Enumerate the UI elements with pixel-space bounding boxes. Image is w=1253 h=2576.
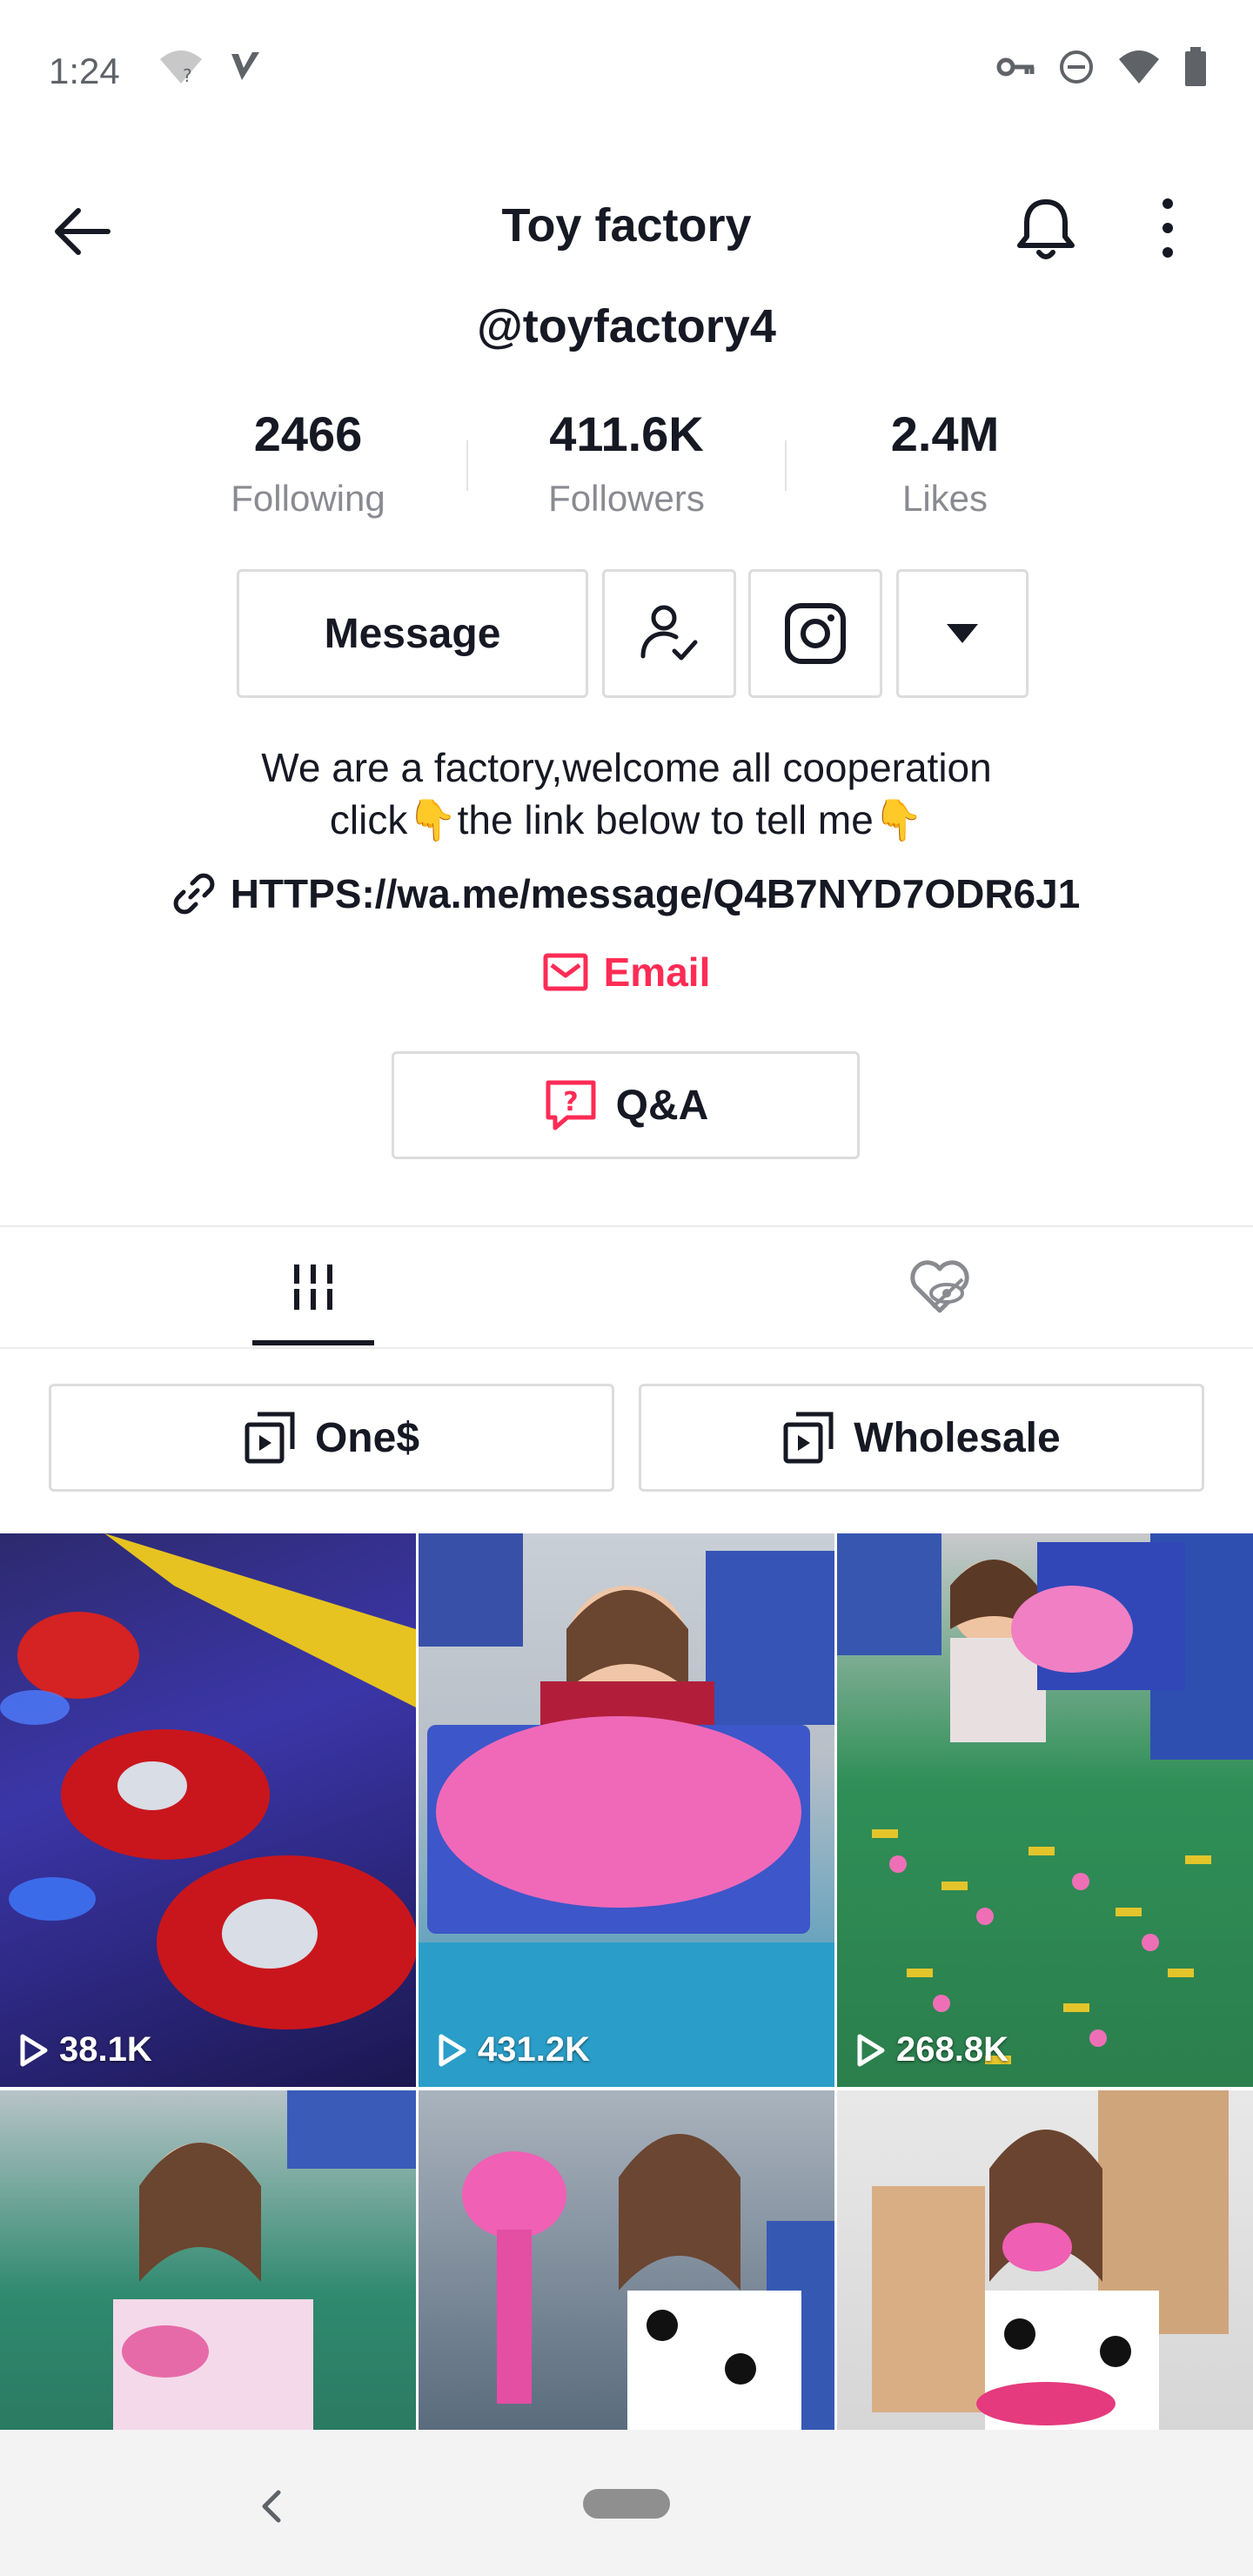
pointing-down-emoji: 👇 — [873, 797, 924, 842]
instagram-button[interactable] — [748, 569, 882, 698]
playlist-button-wholesale[interactable]: Wholesale — [639, 1384, 1204, 1492]
stat-followers[interactable]: 411.6K Followers — [496, 406, 757, 520]
video-grid: 38.1K 431.2K 268.8K — [0, 1533, 1253, 2430]
video-thumbnail[interactable]: 38.1K — [0, 1533, 416, 2087]
email-button[interactable]: Email — [0, 949, 1253, 996]
video-thumbnail[interactable]: 268.8K — [837, 1533, 1253, 2087]
bio-link-text: HTTPS://wa.me/message/Q4B7NYD7ODR6J1 — [230, 871, 1081, 916]
mail-icon — [543, 953, 588, 991]
svg-text:?: ? — [183, 65, 192, 85]
bio-line-2: click👇the link below to tell me👇 — [0, 794, 1253, 846]
playlist-label: Wholesale — [854, 1414, 1061, 1461]
stat-followers-value: 411.6K — [549, 406, 704, 461]
video-thumbnail[interactable] — [837, 2090, 1253, 2430]
stat-likes-label: Likes — [901, 478, 988, 519]
following-status-button[interactable] — [602, 569, 736, 698]
stat-divider — [466, 440, 468, 491]
thumbnail-image — [837, 1533, 1253, 2064]
stat-likes-value: 2.4M — [890, 406, 1000, 461]
bio-line-2-start: click — [329, 797, 408, 842]
status-time: 1:24 — [49, 50, 120, 91]
status-left-icons: ? — [157, 47, 263, 85]
svg-text:?: ? — [563, 1087, 578, 1117]
heart-eye-hidden-icon — [910, 1260, 969, 1313]
username: @toyfactory4 — [477, 300, 776, 352]
link-icon — [173, 873, 215, 915]
dnd-icon — [1060, 50, 1093, 84]
active-tab-indicator — [252, 1340, 374, 1345]
suggested-accounts-dropdown-button[interactable] — [896, 569, 1029, 698]
tab-liked-hidden[interactable] — [626, 1227, 1253, 1347]
play-outline-icon — [857, 2034, 885, 2066]
user-check-icon — [640, 605, 698, 661]
qa-bubble-icon: ? — [546, 1080, 596, 1130]
signal-icon — [1119, 50, 1159, 84]
stat-following[interactable]: 2466 Following — [178, 406, 439, 520]
chevron-left-icon — [262, 2490, 281, 2523]
view-count: 431.2K — [436, 2030, 590, 2070]
view-count: 38.1K — [17, 2030, 152, 2070]
thumbnail-image — [0, 1533, 416, 2029]
profile-tabs — [0, 1225, 1253, 1349]
thumbnail-image — [113, 2090, 416, 2430]
playlist-icon — [783, 1412, 834, 1464]
view-count: 268.8K — [854, 2030, 1008, 2070]
thumbnail-image — [872, 2090, 1229, 2430]
instagram-icon — [785, 603, 846, 664]
status-right-icons — [995, 47, 1208, 87]
bell-icon — [1017, 199, 1075, 259]
v-app-icon — [231, 52, 259, 80]
tab-videos[interactable] — [0, 1227, 626, 1347]
video-thumbnail[interactable] — [0, 2090, 416, 2430]
grid-bars-icon — [289, 1265, 338, 1310]
play-outline-icon — [20, 2034, 48, 2066]
playlist-icon — [245, 1412, 295, 1464]
stat-following-value: 2466 — [253, 406, 363, 461]
more-options-button[interactable] — [1131, 191, 1204, 265]
vpn-key-icon — [996, 57, 1035, 77]
playlist-button-one[interactable]: One$ — [49, 1384, 614, 1492]
battery-icon — [1185, 47, 1206, 86]
play-outline-icon — [439, 2034, 466, 2066]
more-vertical-icon — [1163, 198, 1173, 258]
system-home-pill[interactable] — [583, 2489, 670, 2519]
pointing-down-emoji: 👇 — [407, 797, 458, 842]
playlist-label: One$ — [314, 1414, 420, 1461]
qa-label: Q&A — [615, 1082, 709, 1129]
bio-line-1: We are a factory,welcome all cooperation — [261, 745, 992, 790]
stat-likes[interactable]: 2.4M Likes — [814, 406, 1075, 520]
stat-divider — [785, 440, 787, 491]
video-thumbnail[interactable] — [419, 2090, 834, 2430]
system-back-button[interactable] — [247, 2482, 296, 2531]
bio-link[interactable]: HTTPS://wa.me/message/Q4B7NYD7ODR6J1 — [0, 870, 1253, 917]
thumbnail-image — [419, 1533, 834, 2087]
caret-down-icon — [947, 624, 978, 643]
view-count-value: 38.1K — [59, 2030, 152, 2069]
bio-line-2-end: the link below to tell me — [457, 797, 874, 842]
wifi-question-icon: ? — [160, 50, 202, 85]
qa-button[interactable]: ? Q&A — [392, 1051, 860, 1159]
message-button-label: Message — [324, 610, 501, 657]
video-thumbnail[interactable]: 431.2K — [419, 1533, 834, 2087]
notification-bell-button[interactable] — [1009, 191, 1082, 265]
bio-text: We are a factory,welcome all cooperation… — [0, 741, 1253, 846]
email-label: Email — [603, 949, 711, 995]
message-button[interactable]: Message — [237, 569, 588, 698]
stat-followers-label: Followers — [548, 478, 705, 519]
thumbnail-image — [462, 2134, 834, 2430]
view-count-value: 268.8K — [896, 2030, 1008, 2069]
stat-following-label: Following — [231, 478, 385, 519]
view-count-value: 431.2K — [478, 2030, 590, 2069]
